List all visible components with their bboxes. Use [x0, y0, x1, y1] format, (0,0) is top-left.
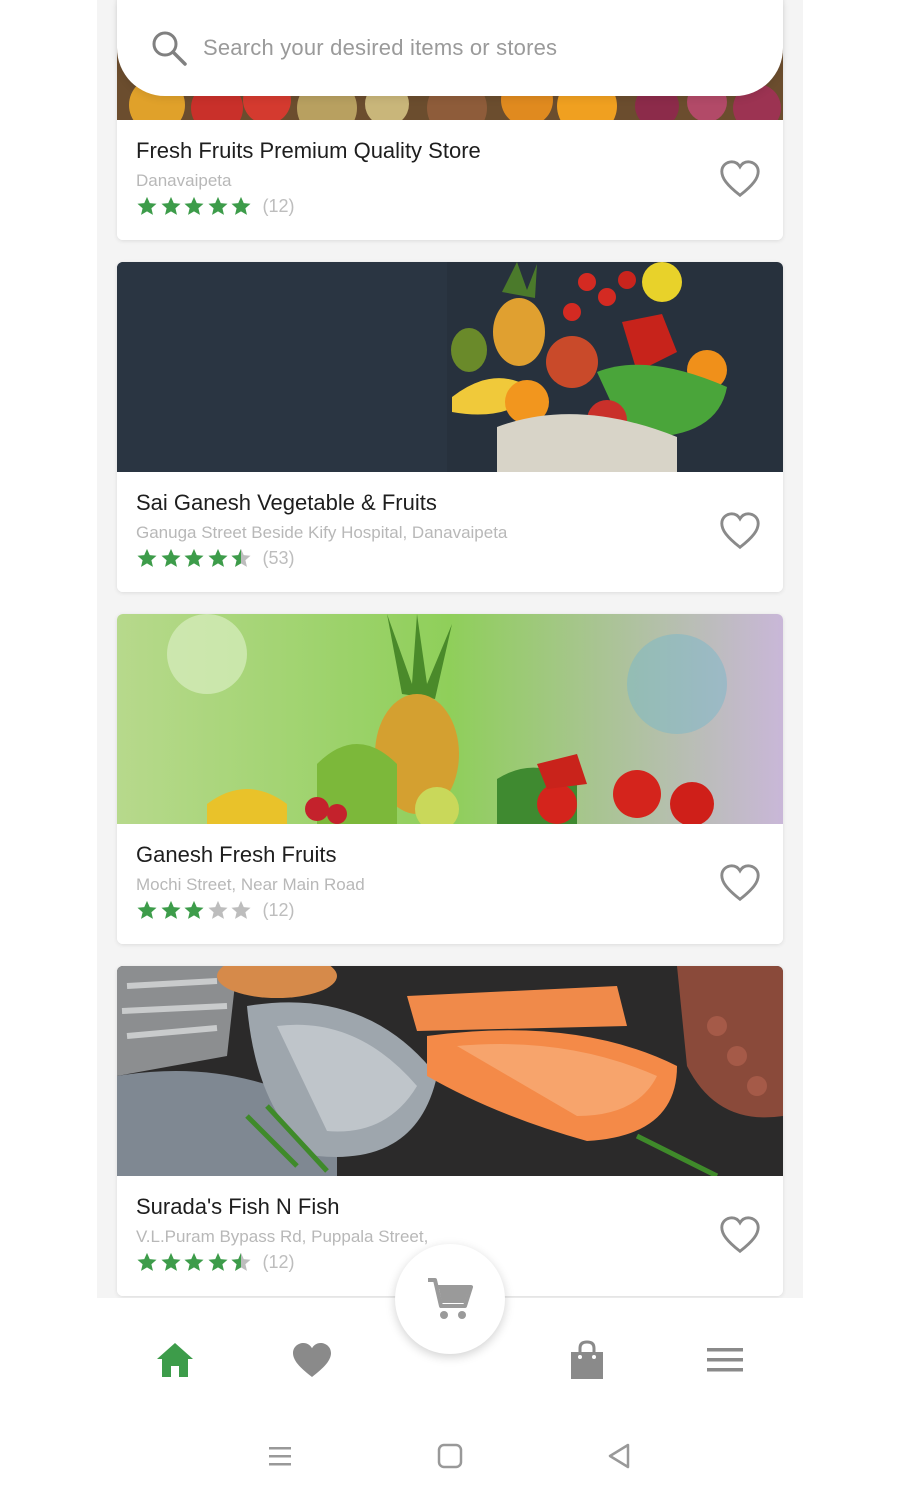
star-half-icon	[231, 548, 251, 567]
star-rating: (53)	[136, 547, 295, 569]
store-address: Ganuga Street Beside Kify Hospital, Dana…	[136, 523, 508, 542]
star-icon	[160, 548, 181, 567]
favorite-heart-icon[interactable]	[717, 156, 763, 202]
star-icon	[207, 548, 228, 567]
cart-button[interactable]	[395, 1244, 505, 1354]
menu-icon[interactable]	[703, 1338, 747, 1382]
star-icon	[160, 1252, 181, 1271]
star-empty-icon	[231, 900, 251, 919]
star-rating: (12)	[136, 1251, 295, 1273]
review-count: (12)	[262, 195, 295, 216]
star-rating: (12)	[136, 899, 295, 921]
review-count: (12)	[262, 1251, 295, 1272]
star-rating: (12)	[136, 195, 295, 217]
home-system-icon[interactable]	[433, 1439, 467, 1473]
favorite-heart-icon[interactable]	[717, 508, 763, 554]
star-empty-icon	[207, 900, 228, 919]
favorite-heart-icon[interactable]	[717, 1212, 763, 1258]
review-count: (53)	[262, 547, 295, 568]
star-icon	[160, 196, 181, 215]
star-icon	[184, 196, 204, 215]
store-address: V.L.Puram Bypass Rd, Puppala Street,	[136, 1227, 429, 1246]
recent-apps-icon[interactable]	[263, 1439, 297, 1473]
review-count: (12)	[262, 899, 295, 920]
store-name: Sai Ganesh Vegetable & Fruits	[136, 490, 437, 515]
star-icon	[184, 1252, 204, 1271]
search-input[interactable]: Search your desired items or stores	[203, 35, 557, 61]
store-image	[117, 966, 783, 1176]
store-card[interactable]: Ganesh Fresh Fruits Mochi Street, Near M…	[117, 614, 783, 944]
store-name: Ganesh Fresh Fruits	[136, 842, 337, 867]
store-address: Danavaipeta	[136, 171, 232, 190]
favorite-heart-icon[interactable]	[717, 860, 763, 906]
star-icon	[137, 196, 157, 215]
star-icon	[137, 548, 157, 567]
back-icon[interactable]	[602, 1439, 636, 1473]
star-icon	[231, 196, 251, 215]
store-name: Fresh Fruits Premium Quality Store	[136, 138, 481, 163]
store-address: Mochi Street, Near Main Road	[136, 875, 365, 894]
system-navigation-bar	[0, 1413, 900, 1500]
star-icon	[137, 900, 157, 919]
cart-icon	[428, 1278, 473, 1319]
store-image	[117, 262, 783, 472]
search-bar[interactable]: Search your desired items or stores	[117, 0, 783, 96]
shopping-bag-icon[interactable]	[565, 1338, 609, 1382]
star-icon	[207, 1252, 228, 1271]
bottom-navigation	[97, 1244, 803, 1413]
heart-icon[interactable]	[290, 1338, 334, 1382]
star-icon	[184, 548, 204, 567]
search-icon	[152, 31, 187, 66]
store-name: Surada's Fish N Fish	[136, 1194, 340, 1219]
star-icon	[137, 1252, 157, 1271]
store-list-screen: Search your desired items or stores Fres…	[97, 0, 803, 1298]
store-card[interactable]: Sai Ganesh Vegetable & Fruits Ganuga Str…	[117, 262, 783, 592]
star-icon	[184, 900, 204, 919]
home-icon[interactable]	[153, 1338, 197, 1382]
star-icon	[160, 900, 181, 919]
star-icon	[207, 196, 228, 215]
store-image	[117, 614, 783, 824]
star-half-icon	[231, 1252, 251, 1271]
